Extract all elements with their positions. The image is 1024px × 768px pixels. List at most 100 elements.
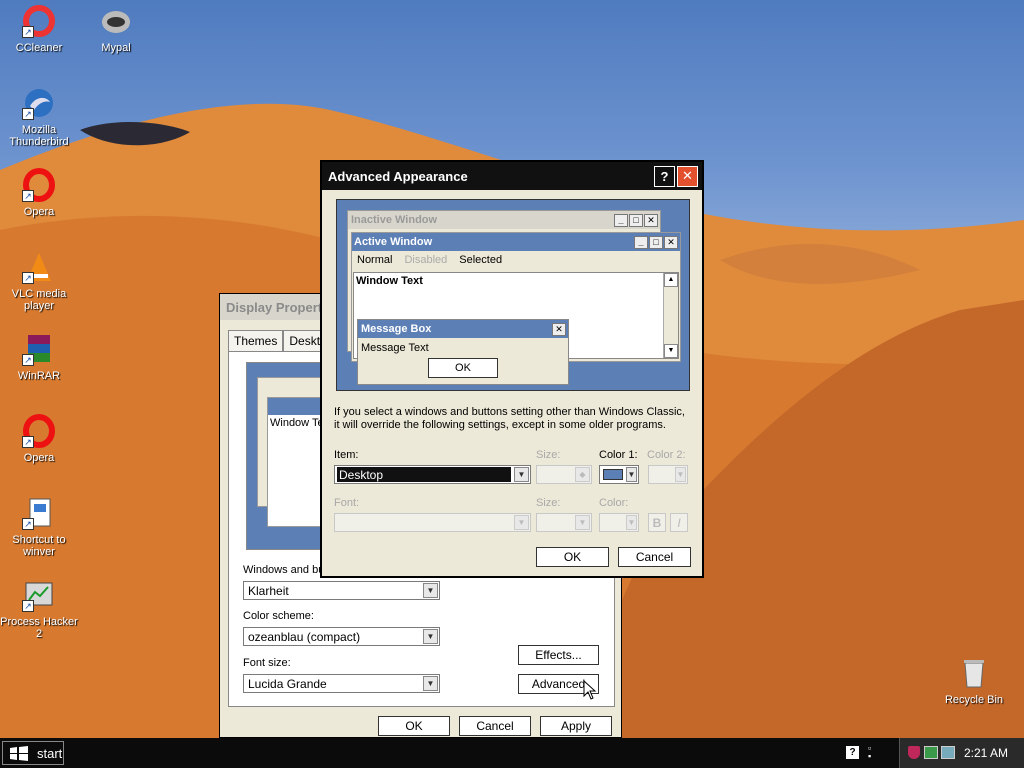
recycle-bin-icon xyxy=(957,656,991,690)
mouse-cursor-icon xyxy=(583,680,597,700)
preview-menu-selected: Selected xyxy=(459,254,503,266)
thunderbird-icon: ↗ xyxy=(22,86,56,120)
font-size-select[interactable]: ▼ xyxy=(536,513,592,532)
preview-menu-normal: Normal xyxy=(357,254,393,266)
minimize-icon: _ xyxy=(634,235,648,249)
item-label: Item: xyxy=(334,449,359,461)
dialog-title: Advanced Appearance xyxy=(328,168,468,184)
cancel-button[interactable]: Cancel xyxy=(459,716,531,736)
ok-button[interactable]: OK xyxy=(378,716,450,736)
preview-msgbox-ok: OK xyxy=(428,358,498,378)
appearance-preview: Inactive Window _ □ ✕ Active Window _ □ … xyxy=(336,199,690,391)
desktop-icon-ccleaner[interactable]: ↗ CCleaner xyxy=(0,4,78,54)
chevron-down-icon[interactable]: ▼ xyxy=(423,629,438,644)
chevron-down-icon[interactable]: ▼ xyxy=(675,467,686,482)
info-text-line2: it will override the following settings,… xyxy=(334,419,666,431)
desktop-icon-winver[interactable]: ↗ Shortcut to winver xyxy=(0,496,78,558)
preview-menu-disabled: Disabled xyxy=(404,254,448,266)
item-value: Desktop xyxy=(337,467,511,482)
font-label: Font: xyxy=(334,497,360,509)
italic-toggle[interactable]: I xyxy=(670,513,688,532)
info-text-line1: If you select a windows and buttons sett… xyxy=(334,406,685,418)
item-select[interactable]: Desktop ▼ xyxy=(334,465,531,484)
chevron-down-icon[interactable]: ▼ xyxy=(514,467,529,482)
close-icon: ✕ xyxy=(552,322,566,336)
network-tray-icon[interactable]: ▫ ▪ xyxy=(868,744,878,761)
chevron-down-icon[interactable]: ▼ xyxy=(575,515,590,530)
color-scheme-label: Color scheme: xyxy=(243,610,314,622)
color1-swatch xyxy=(603,469,623,480)
desktop-icon-label: Mozilla Thunderbird xyxy=(9,124,69,148)
close-icon[interactable]: ✕ xyxy=(677,165,698,187)
chevron-down-icon[interactable]: ▼ xyxy=(626,467,637,482)
desktop-icon-label: VLC media player xyxy=(11,288,67,312)
color-scheme-value: ozeanblau (compact) xyxy=(248,629,361,644)
advanced-appearance-titlebar[interactable]: Advanced Appearance ? ✕ xyxy=(322,162,702,190)
chevron-down-icon[interactable]: ▼ xyxy=(423,583,438,598)
size-spinner[interactable]: ◆ xyxy=(536,465,592,484)
chevron-down-icon[interactable]: ▼ xyxy=(514,515,529,530)
ccleaner-icon: ↗ xyxy=(22,4,56,38)
desktop-icon-opera-2[interactable]: ↗ Opera xyxy=(0,414,78,464)
desktop-icon-process-hacker[interactable]: ↗ Process Hacker 2 xyxy=(0,578,78,640)
windows-buttons-label: Windows and bu xyxy=(243,564,325,576)
spinner-icon[interactable]: ◆ xyxy=(575,467,590,482)
preview-inactive-title: Inactive Window xyxy=(351,214,438,226)
bold-glyph: B xyxy=(652,515,662,530)
vlc-icon: ↗ xyxy=(22,250,56,284)
desktop-icon-mypal[interactable]: Mypal xyxy=(77,4,155,54)
close-icon: ✕ xyxy=(664,235,678,249)
scroll-down-icon: ▼ xyxy=(664,344,678,358)
preview-scrollbar: ▲ ▼ xyxy=(663,273,678,358)
desktop-icon-label: WinRAR xyxy=(17,370,61,382)
font-size-value: Lucida Grande xyxy=(248,676,327,691)
help-button[interactable]: ? xyxy=(654,165,675,187)
font-color-picker[interactable]: ▼ xyxy=(599,513,639,532)
font-size-label: Size: xyxy=(536,497,561,509)
color2-picker[interactable]: ▼ xyxy=(648,465,688,484)
advanced-appearance-dialog[interactable]: Advanced Appearance ? ✕ Inactive Window … xyxy=(320,160,704,578)
winver-icon: ↗ xyxy=(22,496,56,530)
network-connection-icon[interactable] xyxy=(924,746,938,759)
font-size-select[interactable]: Lucida Grande ▼ xyxy=(243,674,440,693)
desktop-icon-opera[interactable]: ↗ Opera xyxy=(0,168,78,218)
security-shield-icon[interactable] xyxy=(908,746,920,759)
chevron-down-icon[interactable]: ▼ xyxy=(423,676,438,691)
desktop-icon-label: Opera xyxy=(23,452,55,464)
help-tray-icon[interactable]: ? xyxy=(846,746,859,759)
font-select[interactable]: ▼ xyxy=(334,513,531,532)
desktop-icon-label: Process Hacker 2 xyxy=(0,616,78,640)
preview-msgbox-text: Message Text xyxy=(361,342,429,354)
color1-label: Color 1: xyxy=(599,449,638,461)
maximize-icon: □ xyxy=(649,235,663,249)
desktop-icon-label: Opera xyxy=(23,206,55,218)
safely-remove-icon[interactable] xyxy=(941,746,955,759)
cancel-button[interactable]: Cancel xyxy=(618,547,691,567)
desktop-icon-winrar[interactable]: ↗ WinRAR xyxy=(0,332,78,382)
font-size-label: Font size: xyxy=(243,657,291,669)
effects-button[interactable]: Effects... xyxy=(518,645,599,665)
desktop-icon-label: Mypal xyxy=(101,42,131,54)
maximize-icon: □ xyxy=(629,213,643,227)
apply-button[interactable]: Apply xyxy=(540,716,612,736)
close-icon: ✕ xyxy=(644,213,658,227)
desktop-icon-vlc[interactable]: ↗ VLC media player xyxy=(0,250,78,312)
opera-icon: ↗ xyxy=(22,168,56,202)
mypal-icon xyxy=(99,4,133,38)
chevron-down-icon[interactable]: ▼ xyxy=(626,515,637,530)
color-scheme-select[interactable]: ozeanblau (compact) ▼ xyxy=(243,627,440,646)
scroll-up-icon: ▲ xyxy=(664,273,678,287)
taskbar: start ? ▫ ▪ 2:21 AM xyxy=(0,738,1024,768)
tab-themes[interactable]: Themes xyxy=(228,330,284,351)
opera-icon: ↗ xyxy=(22,414,56,448)
bold-toggle[interactable]: B xyxy=(648,513,666,532)
clock[interactable]: 2:21 AM xyxy=(964,746,1008,760)
desktop-icon-thunderbird[interactable]: ↗ Mozilla Thunderbird xyxy=(0,86,78,148)
process-hacker-icon: ↗ xyxy=(22,578,56,612)
color1-picker[interactable]: ▼ xyxy=(599,465,639,484)
windows-buttons-select[interactable]: Klarheit ▼ xyxy=(243,581,440,600)
start-button[interactable]: start xyxy=(2,741,64,765)
ok-button[interactable]: OK xyxy=(536,547,609,567)
desktop-icon-recycle-bin[interactable]: Recycle Bin xyxy=(935,656,1013,706)
window-title: Display Propert xyxy=(226,299,323,315)
